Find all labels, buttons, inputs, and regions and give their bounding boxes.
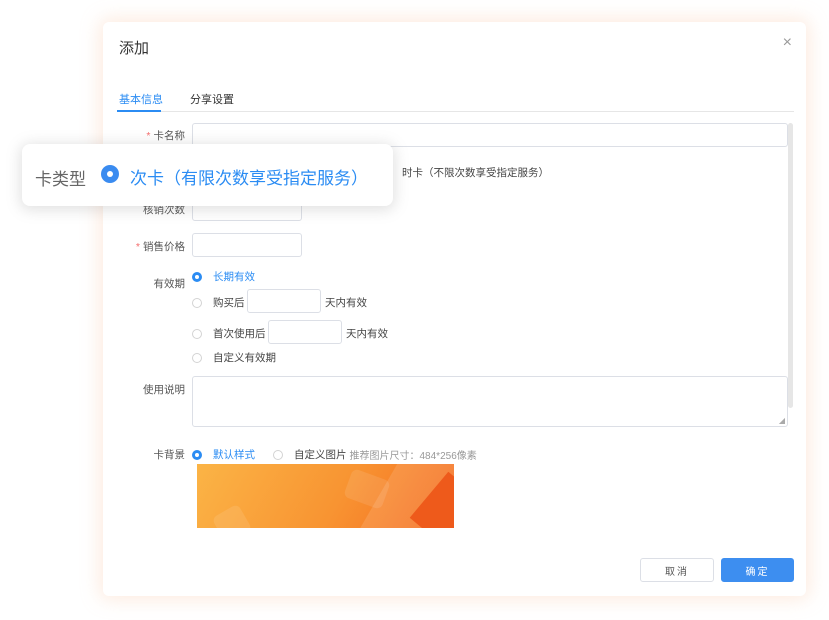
background-label: 卡背景 (153, 449, 186, 461)
tab-bar: 基本信息 分享设置 (117, 86, 794, 112)
add-dialog: 添加 × 基本信息 分享设置 *卡名称 次卡（有限次数享受指定服务） 时卡（不限… (103, 22, 806, 596)
radio-unselected-icon (192, 297, 202, 308)
card-background-preview (197, 464, 454, 528)
close-icon[interactable]: × (783, 34, 792, 52)
form-scrollbar[interactable] (788, 123, 793, 408)
active-tab-indicator (117, 110, 161, 112)
after-purchase-suffix: 天内有效 (325, 297, 367, 309)
dialog-title: 添加 (119, 40, 150, 57)
background-option-custom[interactable]: 自定义图片 推荐图片尺寸：484*256像素 (273, 447, 477, 462)
validity-label: 有效期 (153, 278, 186, 290)
validity-option-custom[interactable]: 自定义有效期 (192, 350, 276, 365)
radio-unselected-icon (192, 328, 202, 339)
radio-selected-icon (192, 449, 202, 460)
image-size-hint: 推荐图片尺寸：484*256像素 (349, 451, 477, 462)
validity-option-after-purchase[interactable]: 购买后 (192, 295, 245, 310)
radio-selected-icon[interactable] (101, 165, 119, 183)
after-purchase-days-input[interactable] (247, 289, 321, 313)
card-type-selected-option[interactable]: 次卡（有限次数享受指定服务） (130, 164, 368, 189)
price-input[interactable] (192, 233, 302, 257)
radio-unselected-icon (192, 352, 202, 363)
price-label: * 销售价格 (135, 241, 185, 253)
after-first-use-suffix: 天内有效 (346, 328, 388, 340)
radio-selected-icon (192, 271, 202, 282)
instructions-label: 使用说明 (143, 384, 185, 396)
confirm-button[interactable]: 确定 (721, 558, 794, 582)
resize-grip-icon[interactable]: ◢ (779, 416, 785, 425)
radio-unselected-icon (273, 449, 283, 460)
card-type-zoom-callout: 卡类型 次卡（有限次数享受指定服务） (22, 144, 393, 206)
instructions-textarea[interactable]: ◢ (192, 376, 788, 427)
tab-basic-info[interactable]: 基本信息 (119, 91, 163, 107)
card-name-label: * 卡名称 (146, 130, 185, 142)
card-type-option-time[interactable]: 时卡（不限次数享受指定服务） (381, 165, 549, 180)
after-first-use-days-input[interactable] (268, 320, 342, 344)
validity-option-after-first-use[interactable]: 首次使用后 (192, 326, 266, 341)
background-option-default[interactable]: 默认样式 (192, 447, 255, 462)
card-type-label: 卡类型 (35, 170, 86, 189)
cancel-button[interactable]: 取消 (640, 558, 714, 582)
tab-share-settings[interactable]: 分享设置 (190, 91, 234, 107)
validity-option-permanent[interactable]: 长期有效 (192, 269, 255, 284)
